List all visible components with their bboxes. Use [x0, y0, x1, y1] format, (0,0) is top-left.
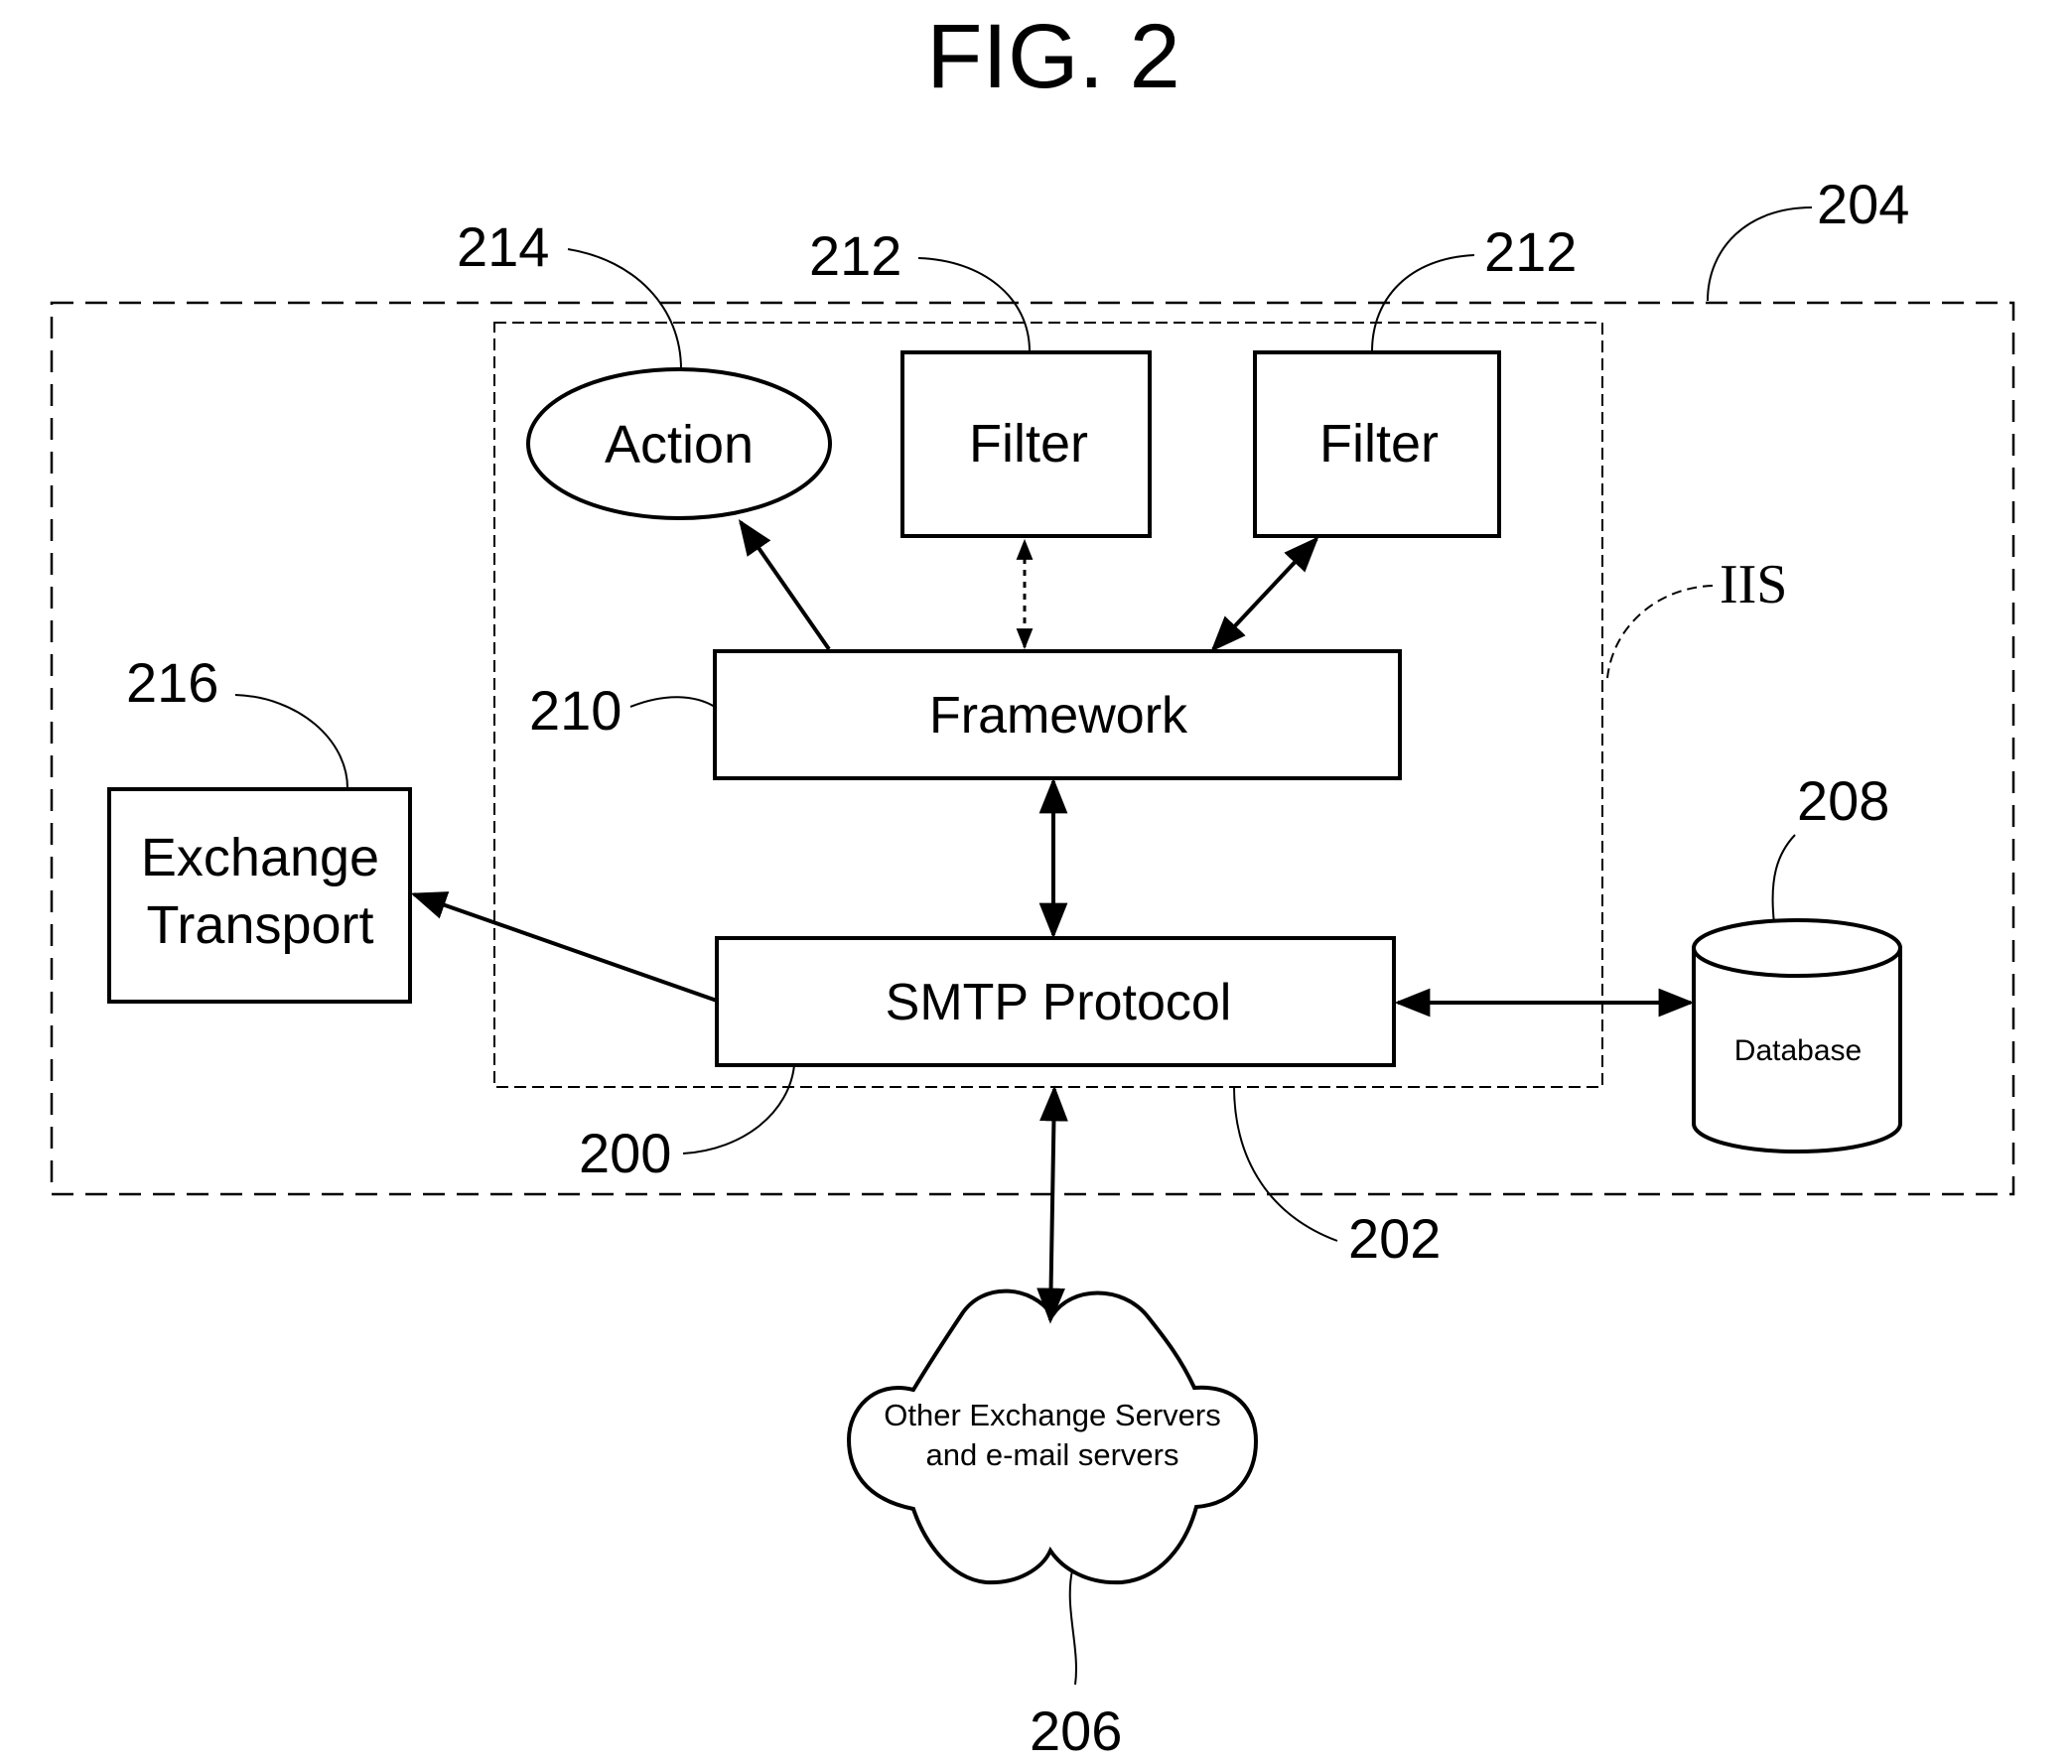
- filter-node-2: Filter: [1253, 350, 1501, 538]
- leader-iis: [1606, 585, 1714, 679]
- ref-216: 216: [126, 651, 218, 714]
- ref-200: 200: [579, 1122, 671, 1184]
- filter-node-1: Filter: [900, 350, 1152, 538]
- leader-202: [1233, 1085, 1338, 1242]
- action-node: Action: [526, 367, 832, 520]
- leader-212-a: [917, 257, 1031, 352]
- arrow-framework-filter2: [1210, 536, 1319, 652]
- filter-label-1: Filter: [969, 414, 1088, 474]
- framework-node: Framework: [713, 649, 1402, 780]
- arrow-smtp-to-exchange-transport: [410, 891, 718, 1003]
- leader-216: [234, 694, 348, 789]
- ref-208: 208: [1797, 769, 1889, 832]
- database-label: Database: [1734, 1034, 1862, 1067]
- diagram-svg: FIG. 2 204 214 212 212 IIS 210 216 208 2…: [50, 6, 2015, 1762]
- database-top: [1692, 918, 1902, 978]
- ref-214: 214: [457, 215, 549, 278]
- leader-208: [1771, 834, 1796, 924]
- cloud-label-line1: Other Exchange Servers: [884, 1398, 1220, 1432]
- exchange-transport-label-line2: Transport: [146, 895, 373, 955]
- smtp-label: SMTP Protocol: [886, 974, 1232, 1031]
- iis-label: IIS: [1720, 554, 1787, 615]
- exchange-transport-label-line1: Exchange: [141, 828, 379, 887]
- leader-200: [682, 1064, 795, 1154]
- framework-label: Framework: [929, 687, 1188, 745]
- action-label: Action: [605, 415, 754, 475]
- ref-204: 204: [1817, 173, 1909, 235]
- filter-label-2: Filter: [1319, 414, 1439, 474]
- ref-212-b: 212: [1484, 220, 1577, 283]
- ref-206: 206: [1030, 1699, 1122, 1762]
- ref-202: 202: [1348, 1207, 1441, 1270]
- database-node: Database: [1692, 918, 1902, 1153]
- exchange-transport-node: Exchange Transport: [107, 787, 412, 1004]
- ref-212-a: 212: [809, 224, 901, 287]
- leader-206: [1068, 1569, 1077, 1686]
- cloud-label-line2: and e-mail servers: [926, 1437, 1179, 1472]
- leader-214: [567, 248, 682, 370]
- figure-title: FIG. 2: [926, 6, 1180, 107]
- ref-210: 210: [529, 679, 622, 742]
- leader-204: [1707, 206, 1813, 302]
- smtp-node: SMTP Protocol: [715, 936, 1396, 1067]
- arrow-framework-to-action: [738, 519, 831, 651]
- patent-figure: FIG. 2 204 214 212 212 IIS 210 216 208 2…: [0, 0, 2072, 1764]
- leader-210: [629, 696, 716, 708]
- cloud-node: Other Exchange Servers and e-mail server…: [846, 1289, 1259, 1585]
- arrow-smtp-cloud: [1036, 1085, 1068, 1324]
